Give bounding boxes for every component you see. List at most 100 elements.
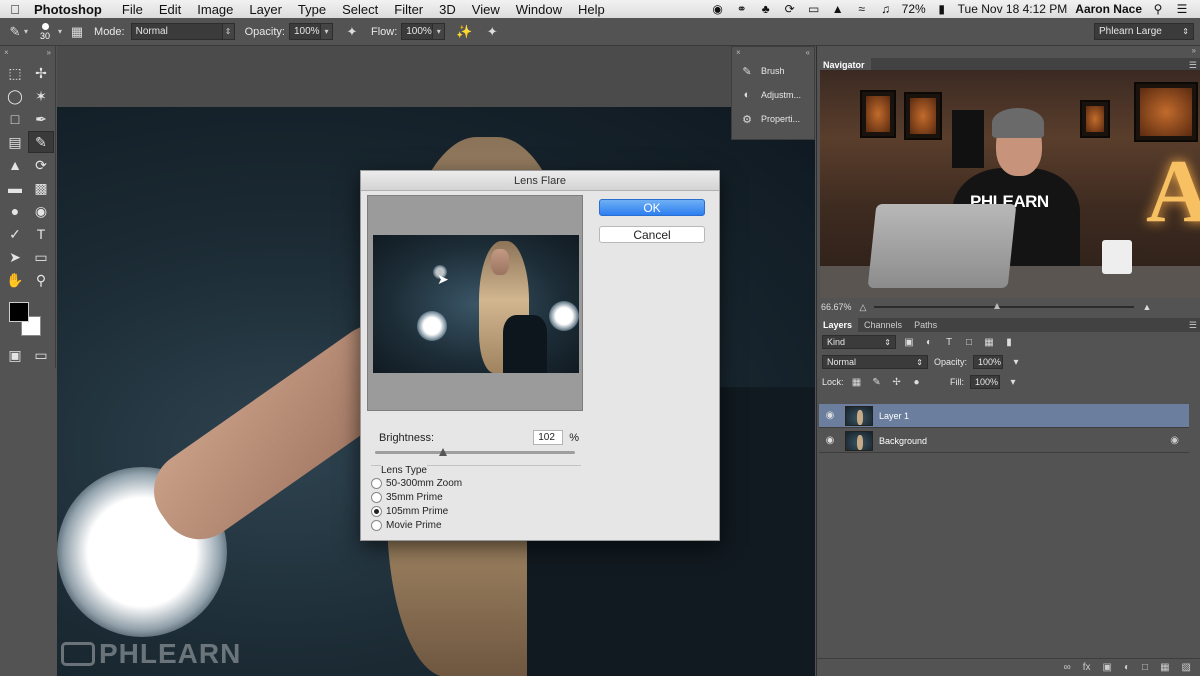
radio-button[interactable] [371,520,382,531]
eraser-tool-icon[interactable]: ▬ [2,177,28,199]
menu-select[interactable]: Select [334,2,386,17]
dodge-tool-icon[interactable]: ◉ [28,200,54,222]
dialog-title[interactable]: Lens Flare [361,171,719,191]
navigator-thumbnail[interactable]: PHLEARN A [820,70,1200,298]
lens-option-105mm[interactable]: 105mm Prime [371,506,448,517]
blend-mode-select[interactable]: Normal ⇕ [822,355,928,369]
dock-item-adjustments[interactable]: ◐ Adjustm... [732,83,814,107]
menu-3d[interactable]: 3D [431,2,464,17]
opacity-input[interactable]: 100% [288,23,321,40]
blur-tool-icon[interactable]: ● [2,200,28,222]
panel-menu-icon[interactable]: ☰ [1189,60,1200,71]
quick-mask-icon[interactable]: ▣ [2,344,28,366]
zoom-tool-icon[interactable]: ⚲ [28,269,54,291]
kind-filter-select[interactable]: Kind ⇕ [822,335,896,349]
layer-thumbnail[interactable] [845,405,873,426]
lens-option-35mm[interactable]: 35mm Prime [371,492,443,503]
magic-wand-tool-icon[interactable]: ✶ [28,85,54,107]
new-group-icon[interactable]: □ [1142,662,1148,673]
notification-center-icon[interactable]: ☰ [1174,2,1190,16]
brush-panel-toggle[interactable]: ▦ [68,23,86,41]
menu-edit[interactable]: Edit [151,2,189,17]
cancel-button[interactable]: Cancel [599,226,705,243]
creative-cloud-icon[interactable]: ⚭ [734,2,750,16]
brush-size-picker[interactable]: 30 ▾ [34,21,62,43]
flare-preview[interactable]: ➤ [367,195,583,411]
ok-button[interactable]: OK [599,199,705,216]
lasso-tool-icon[interactable]: ◯ [2,85,28,107]
tool-preset-picker[interactable]: ✎ ▾ [6,23,28,41]
menu-type[interactable]: Type [290,2,334,17]
marquee-tool-icon[interactable]: ⬚ [2,62,28,84]
flow-input[interactable]: 100% [401,23,434,40]
zoom-slider-thumb[interactable] [994,303,1001,309]
smart-object-filter-icon[interactable]: ▦ [982,335,996,349]
app-menu[interactable]: Photoshop [30,2,114,17]
wifi-icon[interactable]: ≈ [854,2,870,16]
adjustment-filter-icon[interactable]: ◐ [922,335,936,349]
battery-percent[interactable]: 72% [902,2,926,16]
mode-select[interactable]: Normal [130,23,223,40]
lock-pixels-icon[interactable]: ✎ [870,375,884,389]
radio-button[interactable] [371,478,382,489]
shape-filter-icon[interactable]: □ [962,335,976,349]
dropbox-icon[interactable]: ▭ [806,2,822,16]
tab-channels[interactable]: Channels [858,318,908,332]
camera-icon[interactable]: ◉ [710,2,726,16]
brightness-slider-thumb[interactable] [439,448,447,456]
preview-image[interactable]: ➤ [373,235,579,373]
zoom-value[interactable]: 66.67% [821,302,852,312]
tab-layers[interactable]: Layers [817,318,859,332]
chevron-down-icon[interactable]: ▾ [1009,355,1023,369]
move-tool-icon[interactable]: ✢ [28,62,54,84]
expand-panel-icon[interactable]: » [1192,46,1196,55]
lock-all-icon[interactable]: ● [910,375,924,389]
apple-menu-icon[interactable]:  [0,2,30,17]
dock-item-properties[interactable]: ⚙ Properti... [732,107,814,131]
layer-thumbnail[interactable] [845,430,873,451]
layer-row-background[interactable]: ◉ Background ◉ [819,429,1189,453]
menu-filter[interactable]: Filter [386,2,431,17]
clone-stamp-tool-icon[interactable]: ▲ [2,154,28,176]
close-icon[interactable]: × [736,48,741,58]
sync-icon[interactable]: ⟳ [782,2,798,16]
foreground-color-swatch[interactable] [9,302,29,322]
menu-layer[interactable]: Layer [241,2,290,17]
layer-style-icon[interactable]: fx [1083,662,1091,673]
lens-option-movie[interactable]: Movie Prime [371,520,442,531]
mode-stepper-icon[interactable]: ⇕ [222,23,235,40]
type-tool-icon[interactable]: T [28,223,54,245]
fill-input[interactable]: 100% [970,375,1000,389]
layer-name[interactable]: Background [879,436,927,446]
brightness-slider[interactable] [375,448,575,456]
layer-row-layer-1[interactable]: ◉ Layer 1 [819,404,1189,428]
user-menu[interactable]: Aaron Nace [1075,2,1142,16]
screen-mode-icon[interactable]: ▭ [28,344,54,366]
eye-visibility-icon[interactable]: ◉ [819,435,841,446]
expand-panel-icon[interactable]: » [47,48,51,58]
airplay-icon[interactable]: ▲ [830,2,846,16]
add-mask-icon[interactable]: ▣ [1103,662,1112,673]
layer-opacity-input[interactable]: 100% [973,355,1004,369]
dock-item-brush[interactable]: ✎ Brush [732,59,814,83]
filter-toggle-icon[interactable]: ▮ [1002,335,1016,349]
pixel-filter-icon[interactable]: ▣ [902,335,916,349]
airbrush-toggle[interactable]: ✨ [455,23,473,41]
lens-option-zoom[interactable]: 50-300mm Zoom [371,478,462,489]
hand-tool-icon[interactable]: ✋ [2,269,28,291]
workspace-switcher[interactable]: Phlearn Large ⇕ [1094,23,1194,40]
menu-image[interactable]: Image [189,2,241,17]
spotlight-search-icon[interactable]: ⚲ [1150,2,1166,16]
menu-view[interactable]: View [464,2,508,17]
tab-paths[interactable]: Paths [908,318,943,332]
pen-tool-icon[interactable]: ✓ [2,223,28,245]
evernote-icon[interactable]: ♣ [758,2,774,16]
volume-icon[interactable]: ♫ [878,2,894,16]
clock[interactable]: Tue Nov 18 4:12 PM [958,2,1068,16]
type-filter-icon[interactable]: T [942,335,956,349]
zoom-in-icon[interactable]: ▲ [1142,302,1151,312]
link-layers-icon[interactable]: ∞ [1064,662,1071,673]
close-icon[interactable]: × [4,48,9,58]
history-brush-tool-icon[interactable]: ⟳ [28,154,54,176]
new-layer-icon[interactable]: ▦ [1160,662,1169,673]
